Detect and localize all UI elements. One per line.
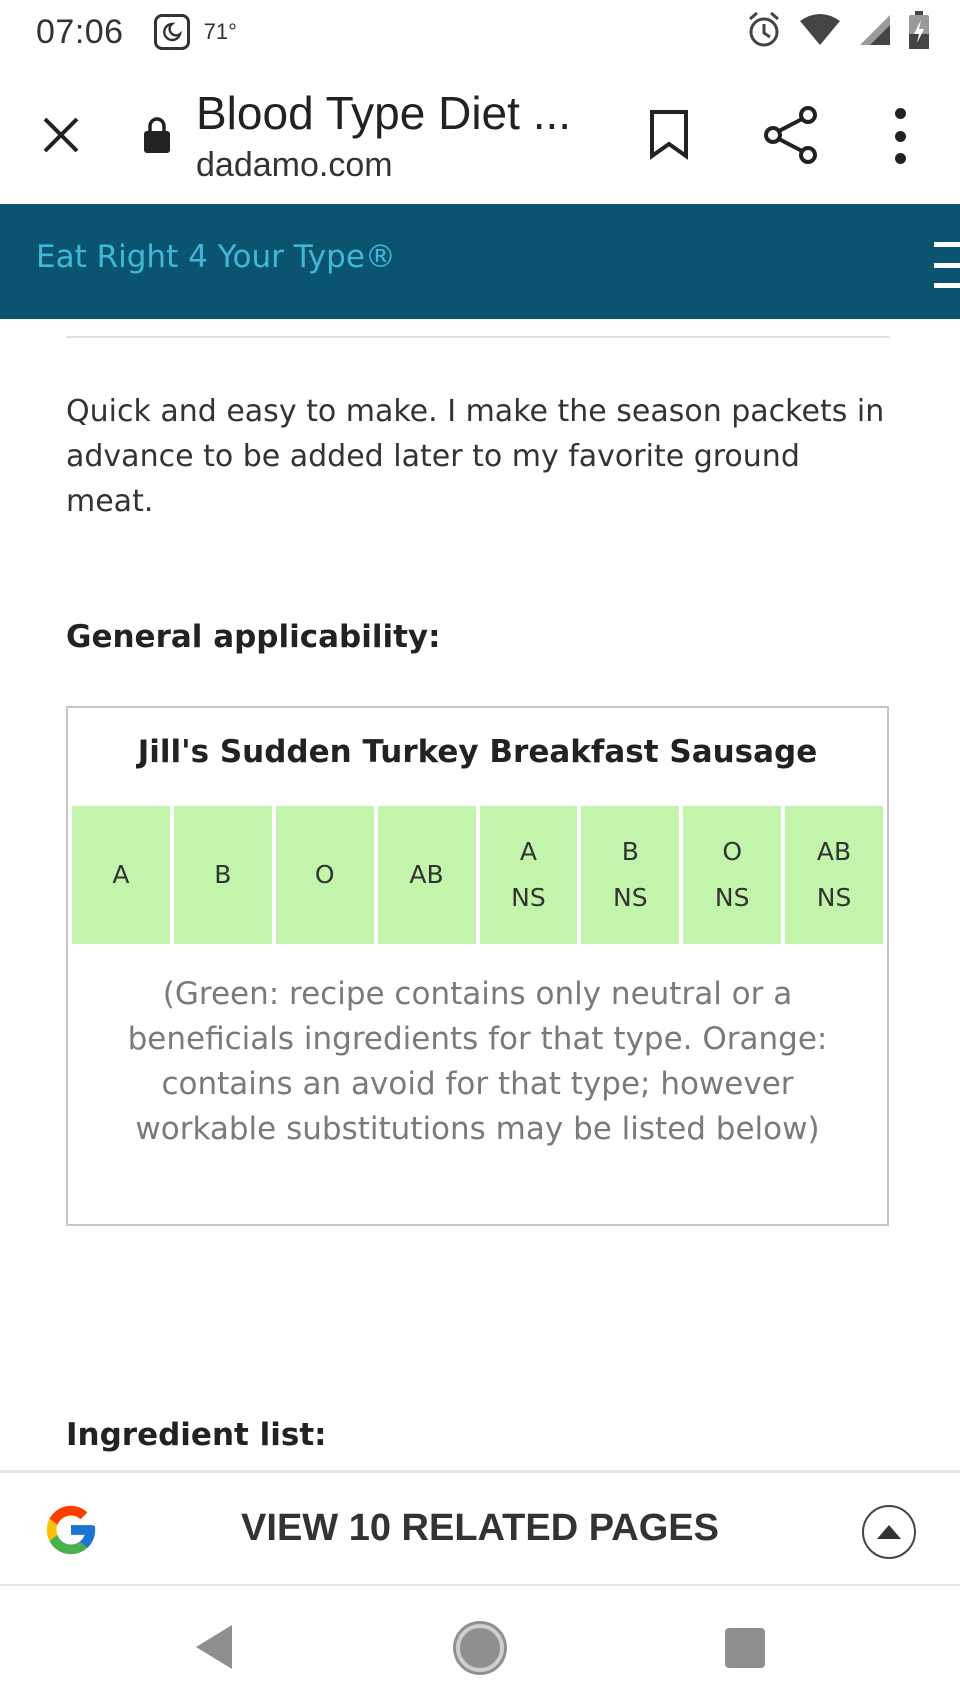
battery-charging-icon <box>909 11 929 49</box>
status-time: 07:06 <box>36 12 124 51</box>
blood-type-row: A B O AB A NS B NS O NS AB NS <box>72 806 883 944</box>
system-nav-bar <box>0 1588 960 1706</box>
more-vert-icon[interactable] <box>880 108 920 164</box>
close-icon[interactable] <box>38 112 84 158</box>
type-cell-b: B <box>173 806 272 944</box>
ingredient-list-heading: Ingredient list: <box>66 1417 327 1453</box>
type-cell-ab: AB <box>377 806 476 944</box>
type-cell-a: A <box>72 806 170 944</box>
browser-toolbar: Blood Type Diet ... dadamo.com <box>0 64 960 204</box>
page-title[interactable]: Blood Type Diet ... <box>196 86 571 140</box>
back-icon[interactable] <box>192 1622 236 1672</box>
type-cell-o-ns: O NS <box>683 806 782 944</box>
expand-up-icon[interactable] <box>862 1505 916 1559</box>
site-brand-link[interactable]: Eat Right 4 Your Type® <box>36 239 396 275</box>
type-cell-a-ns: A NS <box>479 806 578 944</box>
related-pages-label[interactable]: VIEW 10 RELATED PAGES <box>0 1507 960 1550</box>
related-pages-bar[interactable]: VIEW 10 RELATED PAGES <box>0 1470 960 1586</box>
divider <box>66 336 890 338</box>
site-header: Eat Right 4 Your Type® <box>0 204 960 319</box>
alarm-icon <box>749 11 779 47</box>
recipe-title: Jill's Sudden Turkey Breakfast Sausage <box>137 734 818 770</box>
page-content: Quick and easy to make. I make the seaso… <box>0 319 960 1469</box>
hamburger-icon[interactable] <box>934 242 960 288</box>
color-legend: (Green: recipe contains only neutral or … <box>127 976 828 1147</box>
status-icons <box>746 10 930 50</box>
status-temperature: 71° <box>203 19 237 44</box>
type-cell-o: O <box>275 806 374 944</box>
lock-icon <box>142 116 172 154</box>
home-icon[interactable] <box>456 1624 504 1672</box>
recipe-description: Quick and easy to make. I make the seaso… <box>66 394 885 519</box>
type-cell-ab-ns: AB NS <box>785 806 883 944</box>
dnd-icon <box>153 14 190 50</box>
bookmark-icon[interactable] <box>646 108 692 160</box>
recents-icon[interactable] <box>725 1628 765 1668</box>
general-applicability-heading: General applicability: <box>66 619 441 655</box>
status-bar: 07:06 71° <box>0 0 960 64</box>
share-icon[interactable] <box>762 104 820 166</box>
wifi-icon <box>800 14 840 45</box>
type-cell-b-ns: B NS <box>581 806 680 944</box>
page-url[interactable]: dadamo.com <box>196 146 393 185</box>
applicability-box: Jill's Sudden Turkey Breakfast Sausage A… <box>66 706 889 1226</box>
signal-icon <box>860 15 890 45</box>
